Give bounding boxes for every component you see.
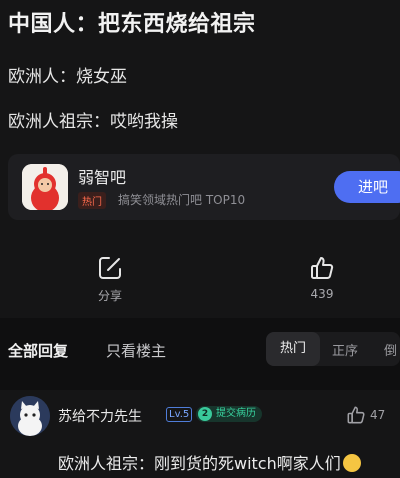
share-label: 分享 [97, 289, 122, 303]
share-icon [99, 257, 121, 279]
comment-username[interactable]: 苏给不力先生 [58, 406, 142, 426]
avatar[interactable] [10, 396, 50, 436]
teletubby-avatar-icon [22, 164, 68, 210]
comment-item: 苏给不力先生 Lv.5 2 提交病历 47 欧洲人祖宗：刚到货的死witch啊家… [0, 390, 400, 478]
enter-forum-button[interactable]: 进吧 [334, 171, 400, 203]
tab-all-replies[interactable]: 全部回复 [8, 340, 68, 361]
like-button[interactable]: 439 [292, 255, 352, 301]
comment-text: 欧洲人祖宗：刚到货的死witch啊家人们 [58, 450, 361, 474]
forum-name: 弱智吧 [78, 168, 127, 187]
share-button[interactable]: 分享 [80, 255, 140, 304]
thumbs-up-icon [311, 257, 334, 279]
emoji-icon [342, 454, 361, 472]
sort-toggle: 热门 正序 倒 [266, 332, 400, 366]
sort-hot[interactable]: 热门 [266, 332, 320, 366]
forum-description: 搞笑领域热门吧 TOP10 [118, 193, 246, 207]
like-count: 439 [310, 287, 334, 301]
reply-tabs: 全部回复 只看楼主 热门 正序 倒 [0, 324, 400, 378]
level-badge: Lv.5 [166, 407, 193, 422]
forum-avatar [22, 164, 68, 210]
comment-body: 欧洲人祖宗：刚到货的死witch啊家人们 [58, 454, 341, 473]
diamond-icon: 2 [198, 407, 212, 421]
comment-like-count: 47 [370, 408, 386, 422]
tab-op-only[interactable]: 只看楼主 [106, 340, 166, 361]
post-content: 中国人：把东西烧给祖宗 欧洲人：烧女巫 欧洲人祖宗：哎哟我操 弱智吧 热门 搞笑… [0, 0, 400, 318]
sort-descending[interactable]: 倒 [384, 340, 397, 359]
sort-ascending[interactable]: 正序 [332, 340, 358, 359]
post-line-2: 欧洲人祖宗：哎哟我操 [8, 112, 178, 132]
user-badge: 2 提交病历 [196, 406, 262, 422]
cat-avatar-icon [10, 396, 50, 436]
post-line-1: 欧洲人：烧女巫 [8, 67, 127, 87]
hot-badge: 热门 [78, 192, 106, 209]
thumbs-up-icon [347, 406, 365, 424]
post-title: 中国人：把东西烧给祖宗 [8, 12, 256, 37]
forum-card[interactable]: 弱智吧 热门 搞笑领域热门吧 TOP10 进吧 [8, 154, 400, 220]
user-badge-label: 提交病历 [216, 408, 256, 419]
